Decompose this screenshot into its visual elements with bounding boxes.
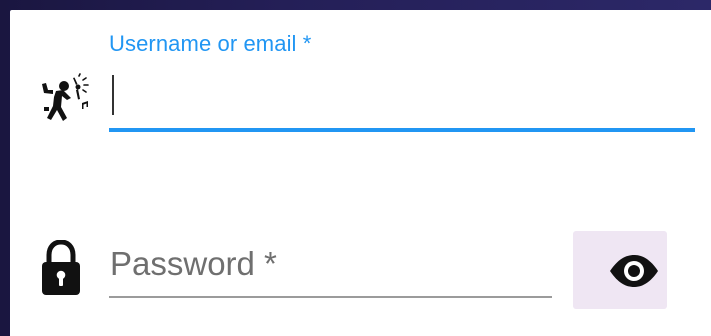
password-input[interactable] [109,236,552,294]
username-focus-underline [109,128,695,132]
lock-icon [42,240,80,295]
password-underline [109,296,552,298]
eye-icon [610,255,658,287]
singer-icon [42,73,89,121]
username-input[interactable] [109,68,695,126]
username-label: Username or email * [109,31,312,56]
show-password-button[interactable] [573,231,667,309]
text-cursor [112,75,114,115]
